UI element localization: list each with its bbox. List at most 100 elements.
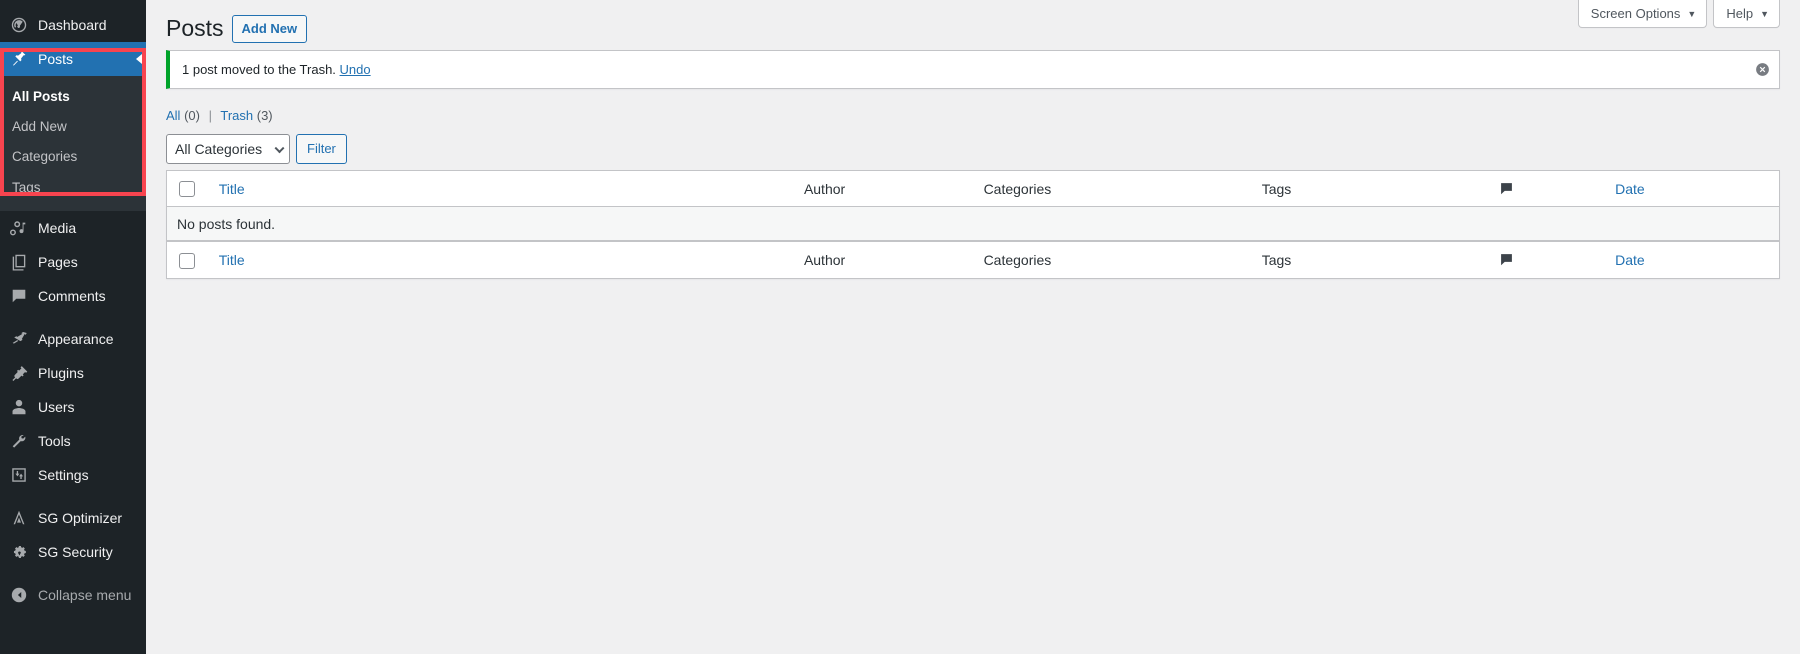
sidebar-item-label: Posts bbox=[38, 52, 73, 66]
column-footer-comments[interactable] bbox=[1489, 241, 1605, 277]
admin-sidebar: Dashboard Posts All Posts Add New Catego… bbox=[0, 0, 146, 654]
view-count-all: (0) bbox=[184, 108, 200, 123]
sidebar-item-label: SG Security bbox=[38, 545, 113, 559]
column-title-label-footer[interactable]: Title bbox=[219, 252, 245, 268]
sidebar-subitem-add-new[interactable]: Add New bbox=[0, 112, 146, 142]
column-footer-date[interactable]: Date bbox=[1605, 241, 1779, 277]
sidebar-item-label: Tools bbox=[38, 434, 71, 448]
screen-options-label: Screen Options bbox=[1591, 6, 1681, 21]
plugins-icon bbox=[9, 363, 29, 383]
sidebar-item-dashboard[interactable]: Dashboard bbox=[0, 8, 146, 42]
appearance-icon bbox=[9, 329, 29, 349]
page-header: Posts Add New bbox=[166, 0, 1780, 46]
menu-divider bbox=[0, 313, 146, 322]
table-head: Title Author Categories Tags bbox=[167, 171, 1779, 207]
sidebar-item-posts[interactable]: Posts bbox=[0, 42, 146, 76]
sg-optimizer-icon bbox=[9, 508, 29, 528]
collapse-arrow-icon bbox=[9, 585, 29, 605]
sidebar-item-plugins[interactable]: Plugins bbox=[0, 356, 146, 390]
chevron-down-icon: ▼ bbox=[1687, 9, 1696, 19]
sidebar-item-label: Plugins bbox=[38, 366, 84, 380]
view-count-trash: (3) bbox=[257, 108, 273, 123]
comments-icon bbox=[9, 286, 29, 306]
column-categories-label: Categories bbox=[984, 181, 1052, 197]
sidebar-item-pages[interactable]: Pages bbox=[0, 245, 146, 279]
column-footer-author: Author bbox=[794, 241, 974, 277]
sg-security-icon bbox=[9, 542, 29, 562]
sidebar-item-label: Media bbox=[38, 221, 76, 235]
notice-message-text: 1 post moved to the Trash. bbox=[182, 62, 336, 77]
table-navigation-top: All Categories Filter bbox=[166, 134, 1780, 164]
sidebar-item-media[interactable]: Media bbox=[0, 211, 146, 245]
comment-bubble-icon bbox=[1499, 181, 1595, 196]
dismiss-circle-icon[interactable] bbox=[1752, 60, 1772, 80]
sidebar-item-comments[interactable]: Comments bbox=[0, 279, 146, 313]
undo-link[interactable]: Undo bbox=[340, 62, 371, 77]
table-empty-message: No posts found. bbox=[167, 207, 1779, 241]
comment-bubble-icon bbox=[1499, 252, 1595, 267]
table-foot: Title Author Categories Tags bbox=[167, 241, 1779, 277]
column-tags-label: Tags bbox=[1262, 181, 1292, 197]
pin-icon bbox=[9, 49, 29, 69]
column-date-label[interactable]: Date bbox=[1615, 181, 1645, 197]
sidebar-item-label: Settings bbox=[38, 468, 89, 482]
page-title: Posts bbox=[166, 12, 224, 46]
sidebar-item-label: Pages bbox=[38, 255, 78, 269]
help-button[interactable]: Help ▼ bbox=[1713, 0, 1780, 28]
view-link-trash[interactable]: Trash bbox=[220, 108, 253, 123]
posts-table: Title Author Categories Tags bbox=[166, 170, 1780, 279]
table-footer-row: Title Author Categories Tags bbox=[167, 241, 1779, 277]
menu-divider bbox=[0, 569, 146, 578]
sidebar-submenu-posts: All Posts Add New Categories Tags bbox=[0, 76, 146, 211]
select-all-checkbox-footer[interactable] bbox=[179, 253, 195, 269]
sidebar-item-sg-optimizer[interactable]: SG Optimizer bbox=[0, 501, 146, 535]
sidebar-item-appearance[interactable]: Appearance bbox=[0, 322, 146, 356]
view-link-all[interactable]: All bbox=[166, 108, 180, 123]
sidebar-item-sg-security[interactable]: SG Security bbox=[0, 535, 146, 569]
column-title-label[interactable]: Title bbox=[219, 181, 245, 197]
column-header-checkbox bbox=[167, 171, 209, 207]
tools-icon bbox=[9, 431, 29, 451]
settings-icon bbox=[9, 465, 29, 485]
menu-divider bbox=[0, 492, 146, 501]
column-author-label-footer: Author bbox=[804, 252, 845, 268]
pages-icon bbox=[9, 252, 29, 272]
column-header-title[interactable]: Title bbox=[209, 171, 794, 207]
column-header-date[interactable]: Date bbox=[1605, 171, 1779, 207]
screen-options-button[interactable]: Screen Options ▼ bbox=[1578, 0, 1708, 28]
select-all-checkbox[interactable] bbox=[179, 181, 195, 197]
view-filter-links: All (0) | Trash (3) bbox=[166, 103, 1780, 129]
filter-button[interactable]: Filter bbox=[296, 134, 347, 164]
sidebar-menu-top: Dashboard Posts All Posts Add New Catego… bbox=[0, 0, 146, 612]
table-empty-row: No posts found. bbox=[167, 207, 1779, 241]
column-header-tags: Tags bbox=[1252, 171, 1490, 207]
chevron-left-icon bbox=[136, 54, 142, 64]
sidebar-subitem-tags[interactable]: Tags bbox=[0, 173, 146, 203]
sidebar-item-label: Users bbox=[38, 400, 75, 414]
users-icon bbox=[9, 397, 29, 417]
sidebar-subitem-all-posts[interactable]: All Posts bbox=[0, 82, 146, 112]
sidebar-item-label: Comments bbox=[38, 289, 106, 303]
table-body: No posts found. bbox=[167, 207, 1779, 241]
column-footer-checkbox bbox=[167, 241, 209, 277]
sidebar-item-tools[interactable]: Tools bbox=[0, 424, 146, 458]
column-footer-categories: Categories bbox=[974, 241, 1252, 277]
sidebar-item-settings[interactable]: Settings bbox=[0, 458, 146, 492]
page-wrap: Posts Add New 1 post moved to the Trash.… bbox=[146, 0, 1800, 279]
add-new-button[interactable]: Add New bbox=[232, 15, 308, 44]
column-tags-label-footer: Tags bbox=[1262, 252, 1292, 268]
collapse-menu-label: Collapse menu bbox=[38, 588, 131, 602]
column-footer-title[interactable]: Title bbox=[209, 241, 794, 277]
view-separator: | bbox=[209, 108, 212, 123]
sidebar-item-label: SG Optimizer bbox=[38, 511, 122, 525]
category-filter-select[interactable]: All Categories bbox=[166, 134, 290, 164]
column-date-label-footer[interactable]: Date bbox=[1615, 252, 1645, 268]
collapse-menu-button[interactable]: Collapse menu bbox=[0, 578, 146, 612]
column-header-author: Author bbox=[794, 171, 974, 207]
table-header-row: Title Author Categories Tags bbox=[167, 171, 1779, 207]
column-header-comments[interactable] bbox=[1489, 171, 1605, 207]
column-header-categories: Categories bbox=[974, 171, 1252, 207]
sidebar-subitem-categories[interactable]: Categories bbox=[0, 142, 146, 172]
sidebar-item-users[interactable]: Users bbox=[0, 390, 146, 424]
help-label: Help bbox=[1726, 6, 1753, 21]
